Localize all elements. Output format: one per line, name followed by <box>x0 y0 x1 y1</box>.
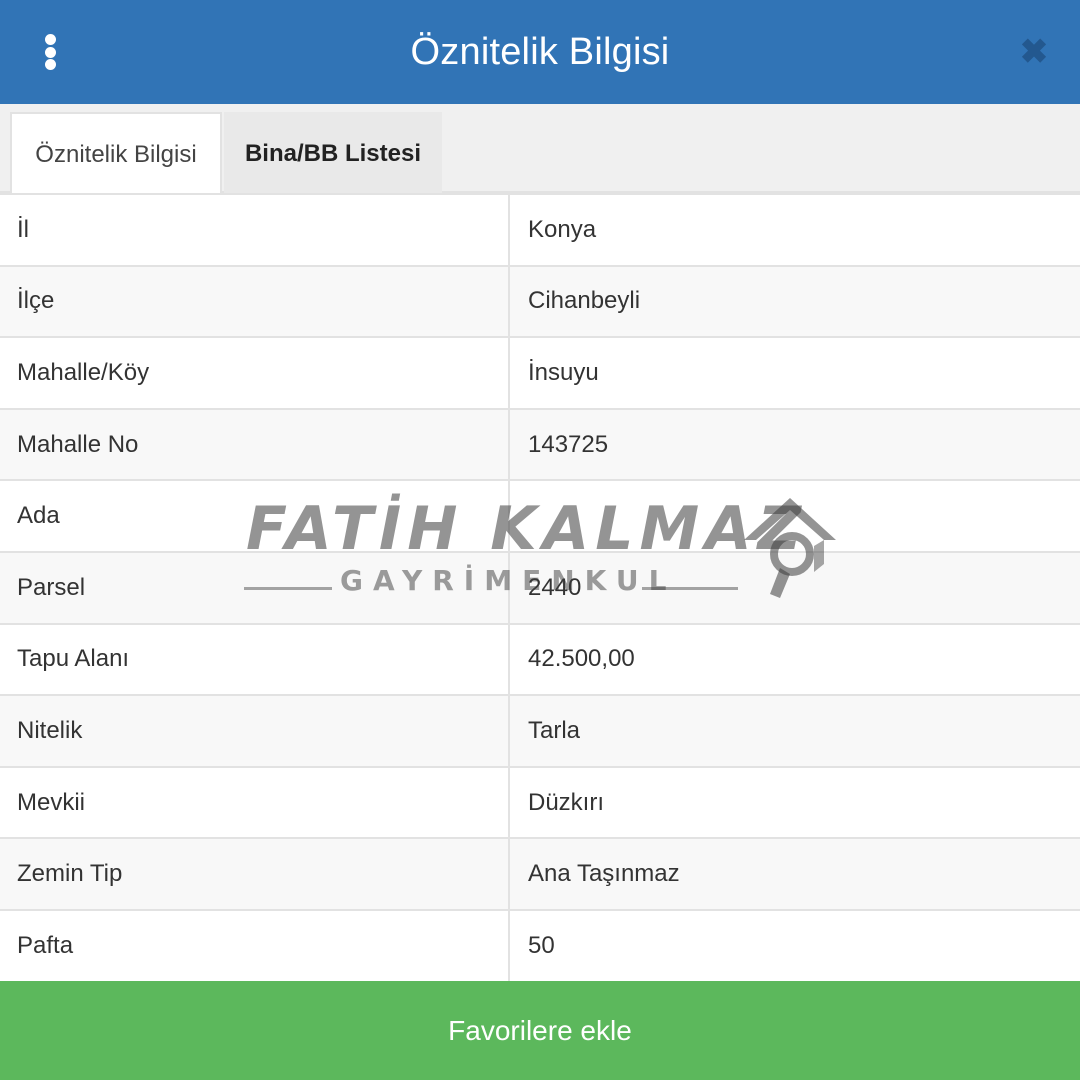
row-label: Parsel <box>0 550 510 625</box>
table-row: Mahalle No 143725 <box>0 407 1080 482</box>
row-value: Cihanbeyli <box>508 264 1080 339</box>
table-row: Tapu Alanı 42.500,00 <box>0 622 1080 697</box>
row-value: İnsuyu <box>508 336 1080 410</box>
table-row: Zemin Tip Ana Taşınmaz <box>0 837 1080 911</box>
row-value: 2440 <box>508 550 1080 625</box>
row-value: Tarla <box>508 694 1080 768</box>
row-label: Ada <box>0 479 510 553</box>
table-row: İl Konya <box>0 193 1080 267</box>
menu-dot <box>44 34 56 45</box>
row-label: İlçe <box>0 264 510 339</box>
row-label: Nitelik <box>0 694 510 768</box>
menu-dot <box>44 59 56 70</box>
row-value: 143725 <box>508 407 1080 482</box>
row-label: Mevkii <box>0 765 510 840</box>
row-value: Düzkırı <box>508 765 1080 840</box>
row-label: Tapu Alanı <box>0 622 510 697</box>
row-label: Mahalle/Köy <box>0 336 510 410</box>
tab-bar: Öznitelik Bilgisi Bina/BB Listesi <box>0 104 1080 195</box>
menu-dot <box>44 46 56 58</box>
table-row: Nitelik Tarla <box>0 694 1080 768</box>
table-row: Ada <box>0 479 1080 553</box>
tab-bina-bb-listesi[interactable]: Bina/BB Listesi <box>224 112 442 195</box>
row-value <box>508 479 1080 553</box>
add-to-favorites-button[interactable]: Favorilere ekle <box>0 981 1080 1080</box>
row-value: 42.500,00 <box>508 622 1080 697</box>
table-row: İlçe Cihanbeyli <box>0 264 1080 339</box>
row-label: Zemin Tip <box>0 837 510 911</box>
row-label: Mahalle No <box>0 407 510 482</box>
row-value: Konya <box>508 193 1080 267</box>
row-value: 50 <box>508 908 1080 983</box>
dialog-header: Öznitelik Bilgisi ✖ <box>0 0 1080 104</box>
close-icon[interactable]: ✖ <box>1014 32 1054 72</box>
table-row: Parsel 2440 <box>0 550 1080 625</box>
table-row: Pafta 50 <box>0 908 1080 983</box>
tab-oznitelik-bilgisi[interactable]: Öznitelik Bilgisi <box>10 112 222 195</box>
table-row: Mahalle/Köy İnsuyu <box>0 336 1080 410</box>
row-value: Ana Taşınmaz <box>508 837 1080 911</box>
attribute-table: İl Konya İlçe Cihanbeyli Mahalle/Köy İns… <box>0 193 1080 983</box>
row-label: Pafta <box>0 908 510 983</box>
dialog-title: Öznitelik Bilgisi <box>410 30 670 73</box>
vertical-ellipsis-icon[interactable] <box>34 30 66 74</box>
row-label: İl <box>0 193 510 267</box>
table-row: Mevkii Düzkırı <box>0 765 1080 840</box>
